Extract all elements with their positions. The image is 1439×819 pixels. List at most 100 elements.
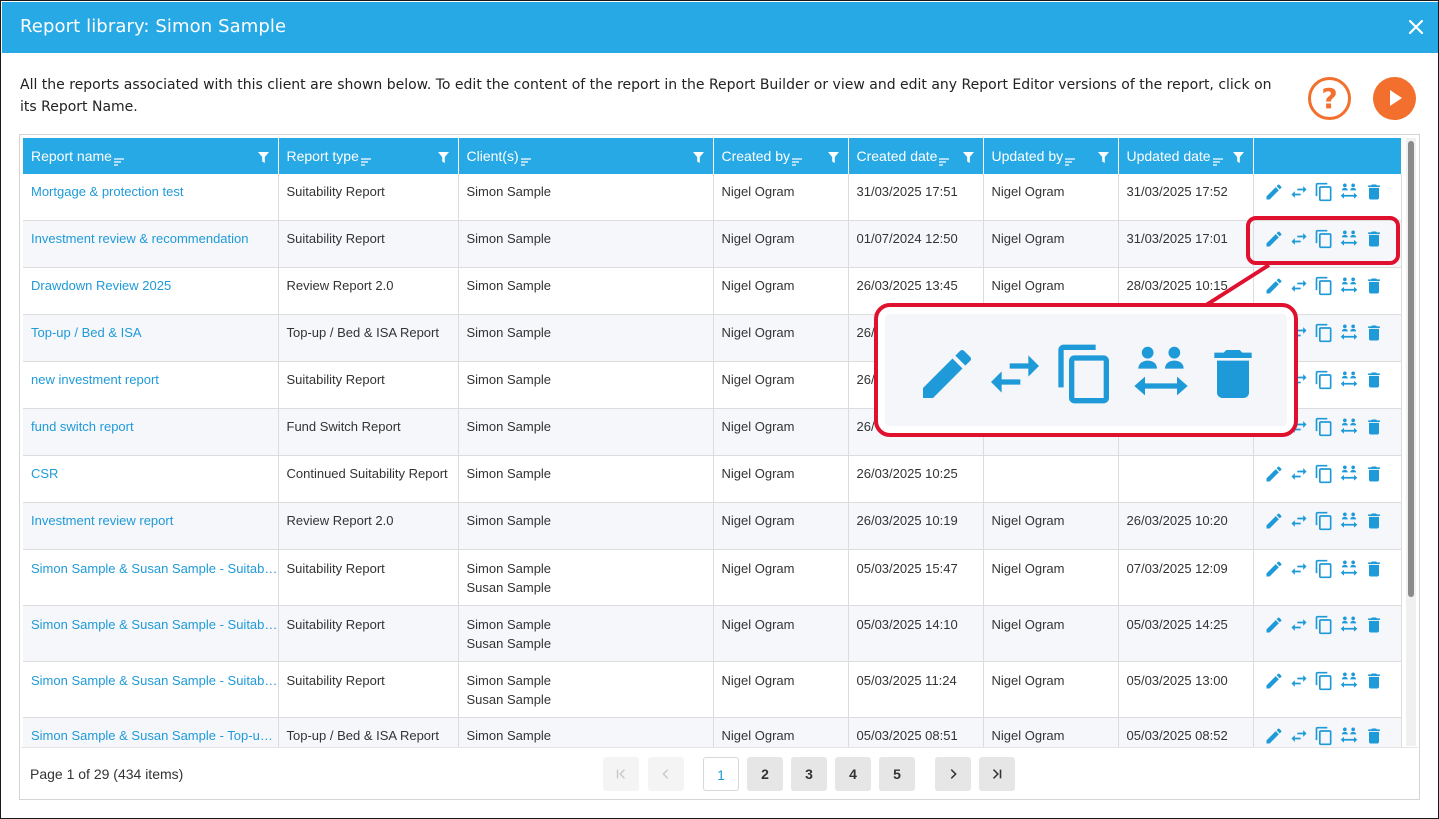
pencil-icon[interactable] <box>1264 671 1284 691</box>
trash-icon[interactable] <box>1364 559 1384 579</box>
vertical-scrollbar[interactable] <box>1406 138 1416 746</box>
report-name-link[interactable]: Investment review report <box>23 502 279 550</box>
help-icon[interactable]: ? <box>1308 77 1351 120</box>
trash-icon[interactable] <box>1364 323 1384 343</box>
column-header-3[interactable]: Created by <box>713 138 849 174</box>
trash-icon[interactable] <box>1364 182 1384 202</box>
sort-icon[interactable] <box>939 153 950 166</box>
transfer-people-icon[interactable] <box>1339 276 1359 296</box>
copy-icon[interactable] <box>1314 615 1334 635</box>
swap-arrows-icon[interactable] <box>1289 671 1309 691</box>
copy-icon[interactable] <box>1314 417 1334 437</box>
sort-icon[interactable] <box>791 153 802 166</box>
report-name-link[interactable]: Mortgage & protection test <box>23 174 279 221</box>
swap-arrows-icon[interactable] <box>1289 182 1309 202</box>
filter-icon[interactable] <box>437 150 449 163</box>
trash-icon[interactable] <box>1364 511 1384 531</box>
filter-icon[interactable] <box>827 150 839 163</box>
trash-icon[interactable] <box>1364 615 1384 635</box>
copy-icon[interactable] <box>1314 276 1334 296</box>
pencil-icon[interactable] <box>1264 511 1284 531</box>
pencil-icon[interactable] <box>1264 182 1284 202</box>
swap-arrows-icon[interactable] <box>1289 726 1309 746</box>
copy-icon[interactable] <box>1314 370 1334 390</box>
column-header-5[interactable]: Updated by <box>983 138 1119 174</box>
swap-arrows-icon[interactable] <box>1289 511 1309 531</box>
last-page-icon[interactable] <box>979 757 1015 791</box>
report-name-link[interactable]: Drawdown Review 2025 <box>23 267 279 315</box>
created-by-cell: Nigel Ogram <box>713 455 849 503</box>
copy-icon[interactable] <box>1314 726 1334 746</box>
page-button-3[interactable]: 3 <box>791 757 827 791</box>
sort-icon[interactable] <box>520 153 531 166</box>
report-name-link[interactable]: Investment review & recommendation <box>23 220 279 268</box>
sort-icon[interactable] <box>1065 153 1076 166</box>
transfer-people-icon[interactable] <box>1339 182 1359 202</box>
column-header-4[interactable]: Created date <box>848 138 984 174</box>
transfer-people-icon[interactable] <box>1339 464 1359 484</box>
report-name-link[interactable]: Simon Sample & Susan Sample - Suitabi… <box>23 661 279 718</box>
play-icon[interactable] <box>1373 77 1416 120</box>
copy-icon[interactable] <box>1314 559 1334 579</box>
filter-icon[interactable] <box>962 150 974 163</box>
trash-icon[interactable] <box>1364 726 1384 746</box>
filter-icon[interactable] <box>1097 150 1109 163</box>
trash-icon[interactable] <box>1364 276 1384 296</box>
report-name-link[interactable]: Top-up / Bed & ISA <box>23 314 279 362</box>
pencil-icon[interactable] <box>1264 559 1284 579</box>
page-button-2[interactable]: 2 <box>747 757 783 791</box>
page-button-1[interactable]: 1 <box>703 757 739 791</box>
clients-cell: Simon Sample <box>458 502 714 550</box>
pencil-icon[interactable] <box>1264 615 1284 635</box>
page-button-5[interactable]: 5 <box>879 757 915 791</box>
table-row: Investment review report Review Report 2.… <box>23 502 1402 550</box>
sort-icon[interactable] <box>360 153 371 166</box>
swap-arrows-icon[interactable] <box>1289 276 1309 296</box>
transfer-people-icon[interactable] <box>1339 323 1359 343</box>
copy-icon[interactable] <box>1314 323 1334 343</box>
transfer-people-icon[interactable] <box>1339 615 1359 635</box>
transfer-people-icon[interactable] <box>1339 671 1359 691</box>
trash-icon[interactable] <box>1364 417 1384 437</box>
next-page-icon[interactable] <box>935 757 971 791</box>
column-header-2[interactable]: Client(s) <box>458 138 714 174</box>
copy-icon[interactable] <box>1314 182 1334 202</box>
transfer-people-icon[interactable] <box>1339 370 1359 390</box>
swap-arrows-icon[interactable] <box>1289 615 1309 635</box>
copy-icon[interactable] <box>1314 511 1334 531</box>
report-name-link[interactable]: fund switch report <box>23 408 279 456</box>
created-by-cell: Nigel Ogram <box>713 220 849 268</box>
transfer-people-icon[interactable] <box>1339 726 1359 746</box>
prev-page-icon[interactable] <box>648 757 684 791</box>
copy-icon[interactable] <box>1314 464 1334 484</box>
close-icon[interactable] <box>1407 18 1425 36</box>
report-name-link[interactable]: Simon Sample & Susan Sample - Suitabi… <box>23 605 279 662</box>
pencil-icon[interactable] <box>1264 464 1284 484</box>
clients-cell: Simon Sample <box>458 220 714 268</box>
trash-icon[interactable] <box>1364 671 1384 691</box>
transfer-people-icon[interactable] <box>1339 559 1359 579</box>
filter-icon[interactable] <box>1232 150 1244 163</box>
swap-arrows-icon[interactable] <box>1289 559 1309 579</box>
page-button-4[interactable]: 4 <box>835 757 871 791</box>
swap-arrows-icon[interactable] <box>1289 464 1309 484</box>
column-header-1[interactable]: Report type <box>278 138 459 174</box>
column-header-0[interactable]: Report name <box>23 138 279 174</box>
first-page-icon[interactable] <box>603 757 639 791</box>
page-info: Page 1 of 29 (434 items) <box>30 766 184 782</box>
transfer-people-icon[interactable] <box>1339 511 1359 531</box>
report-name-link[interactable]: Simon Sample & Susan Sample - Suitabi… <box>23 549 279 606</box>
sort-icon[interactable] <box>113 153 124 166</box>
filter-icon[interactable] <box>692 150 704 163</box>
report-name-link[interactable]: CSR <box>23 455 279 503</box>
copy-icon[interactable] <box>1314 671 1334 691</box>
sort-icon[interactable] <box>1212 153 1223 166</box>
trash-icon[interactable] <box>1364 464 1384 484</box>
filter-icon[interactable] <box>257 150 269 163</box>
trash-icon[interactable] <box>1364 370 1384 390</box>
transfer-people-icon[interactable] <box>1339 417 1359 437</box>
scrollbar-thumb[interactable] <box>1408 141 1414 597</box>
pencil-icon[interactable] <box>1264 726 1284 746</box>
column-header-6[interactable]: Updated date <box>1118 138 1254 174</box>
report-name-link[interactable]: new investment report <box>23 361 279 409</box>
